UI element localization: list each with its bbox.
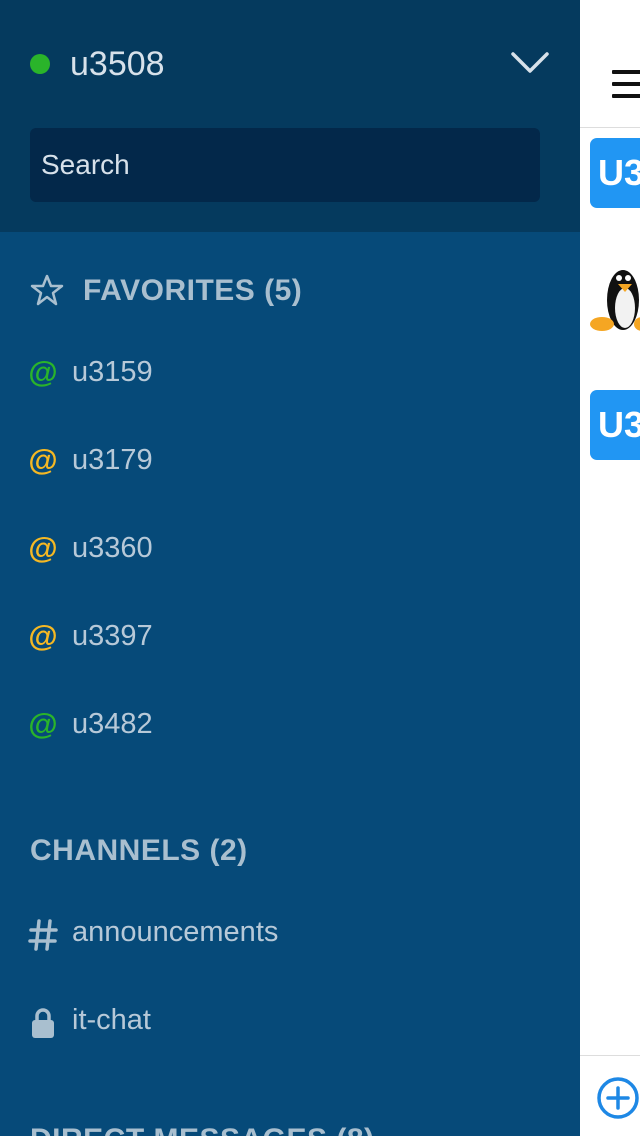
sidebar-header: u3508 [0, 0, 580, 232]
channel-item-label: it-chat [72, 1004, 151, 1036]
channels-section-title[interactable]: CHANNELS (2) [30, 831, 248, 871]
main-panel: U3 U3 [580, 0, 640, 1136]
favorite-item-u3159[interactable]: @ u3159 [0, 342, 580, 412]
main-topbar [580, 0, 640, 128]
favorites-section-title[interactable]: FAVORITES (5) [83, 271, 302, 311]
favorite-item-u3482[interactable]: @ u3482 [0, 694, 580, 764]
favorite-item-label: u3179 [72, 444, 153, 476]
main-bottom-bar [580, 1055, 640, 1136]
at-icon: @ [28, 620, 58, 653]
hash-icon [28, 919, 58, 951]
channel-item-it-chat[interactable]: it-chat [0, 990, 580, 1060]
favorite-item-label: u3360 [72, 532, 153, 564]
search-input[interactable] [30, 128, 540, 202]
channel-item-label: announcements [72, 916, 279, 948]
at-icon: @ [28, 356, 58, 389]
penguin-avatar-icon[interactable] [588, 262, 640, 336]
plus-circle-icon[interactable] [596, 1076, 640, 1120]
avatar[interactable]: U3 [590, 138, 640, 208]
hamburger-menu-icon[interactable] [612, 70, 640, 98]
at-icon: @ [28, 444, 58, 477]
direct-messages-section-title[interactable]: DIRECT MESSAGES (8) [30, 1120, 375, 1136]
channel-item-announcements[interactable]: announcements [0, 902, 580, 972]
favorite-item-u3360[interactable]: @ u3360 [0, 518, 580, 588]
favorite-item-u3179[interactable]: @ u3179 [0, 430, 580, 500]
favorite-item-u3397[interactable]: @ u3397 [0, 606, 580, 676]
at-icon: @ [28, 708, 58, 741]
avatar[interactable]: U3 [590, 390, 640, 460]
chevron-down-icon[interactable] [510, 48, 550, 78]
favorite-item-label: u3482 [72, 708, 153, 740]
favorite-item-label: u3159 [72, 356, 153, 388]
favorite-item-label: u3397 [72, 620, 153, 652]
current-username[interactable]: u3508 [70, 42, 165, 86]
at-icon: @ [28, 532, 58, 565]
online-status-dot [30, 54, 50, 74]
sidebar: u3508 FAVORITES (5) @ u3159 @ u3179 @ u3… [0, 0, 580, 1136]
star-icon [30, 274, 64, 306]
lock-icon [32, 1008, 54, 1038]
